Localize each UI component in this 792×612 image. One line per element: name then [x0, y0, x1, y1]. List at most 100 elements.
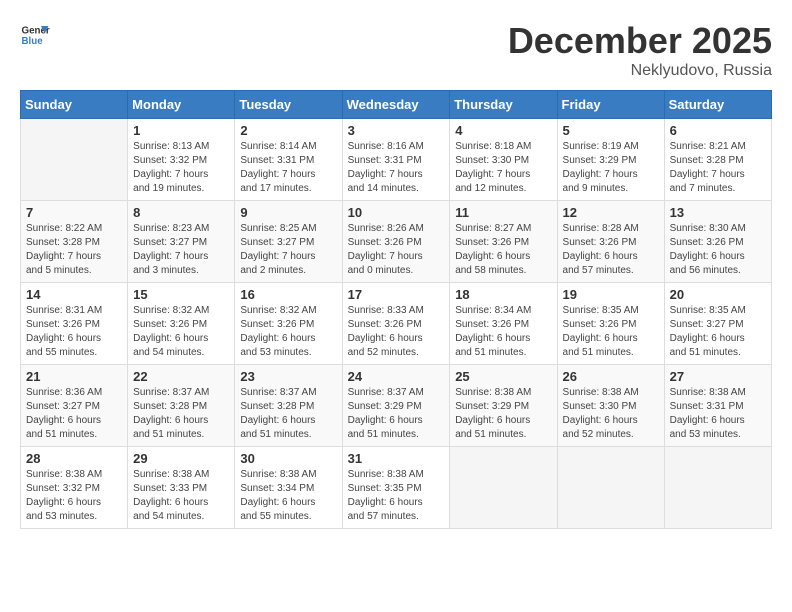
day-number: 25 — [455, 369, 551, 384]
day-number: 12 — [563, 205, 659, 220]
day-info: Sunrise: 8:18 AM Sunset: 3:30 PM Dayligh… — [455, 140, 551, 196]
calendar-cell — [557, 447, 664, 529]
calendar-cell: 24 Sunrise: 8:37 AM Sunset: 3:29 PM Dayli… — [342, 365, 450, 447]
day-info: Sunrise: 8:37 AM Sunset: 3:29 PM Dayligh… — [348, 386, 445, 442]
day-info: Sunrise: 8:33 AM Sunset: 3:26 PM Dayligh… — [348, 304, 445, 360]
day-info: Sunrise: 8:37 AM Sunset: 3:28 PM Dayligh… — [133, 386, 229, 442]
day-info: Sunrise: 8:21 AM Sunset: 3:28 PM Dayligh… — [670, 140, 766, 196]
calendar-cell: 26 Sunrise: 8:38 AM Sunset: 3:30 PM Dayli… — [557, 365, 664, 447]
calendar-week-3: 14Sunrise: 8:31 AM Sunset: 3:26 PM Dayli… — [21, 283, 772, 365]
calendar-cell — [664, 447, 771, 529]
day-number: 24 — [348, 369, 445, 384]
calendar-header-row: SundayMondayTuesdayWednesdayThursdayFrid… — [21, 91, 772, 119]
calendar-cell: 3 Sunrise: 8:16 AM Sunset: 3:31 PM Daylig… — [342, 119, 450, 201]
day-header-thursday: Thursday — [450, 91, 557, 119]
day-info: Sunrise: 8:38 AM Sunset: 3:33 PM Dayligh… — [133, 468, 229, 524]
day-info: Sunrise: 8:19 AM Sunset: 3:29 PM Dayligh… — [563, 140, 659, 196]
calendar-cell — [21, 119, 128, 201]
day-number: 23 — [240, 369, 336, 384]
day-number: 13 — [670, 205, 766, 220]
day-number: 27 — [670, 369, 766, 384]
calendar-cell: 31Sunrise: 8:38 AM Sunset: 3:35 PM Dayli… — [342, 447, 450, 529]
day-info: Sunrise: 8:32 AM Sunset: 3:26 PM Dayligh… — [133, 304, 229, 360]
day-info: Sunrise: 8:27 AM Sunset: 3:26 PM Dayligh… — [455, 222, 551, 278]
calendar-cell: 14Sunrise: 8:31 AM Sunset: 3:26 PM Dayli… — [21, 283, 128, 365]
calendar-cell — [450, 447, 557, 529]
day-number: 26 — [563, 369, 659, 384]
calendar-cell: 8 Sunrise: 8:23 AM Sunset: 3:27 PM Daylig… — [128, 201, 235, 283]
month-title: December 2025 — [508, 20, 772, 62]
calendar-cell: 18Sunrise: 8:34 AM Sunset: 3:26 PM Dayli… — [450, 283, 557, 365]
day-number: 3 — [348, 123, 445, 138]
day-number: 14 — [26, 287, 122, 302]
day-info: Sunrise: 8:14 AM Sunset: 3:31 PM Dayligh… — [240, 140, 336, 196]
calendar-week-5: 28 Sunrise: 8:38 AM Sunset: 3:32 PM Dayli… — [21, 447, 772, 529]
day-header-sunday: Sunday — [21, 91, 128, 119]
day-header-friday: Friday — [557, 91, 664, 119]
calendar-cell: 15 Sunrise: 8:32 AM Sunset: 3:26 PM Dayli… — [128, 283, 235, 365]
day-info: Sunrise: 8:26 AM Sunset: 3:26 PM Dayligh… — [348, 222, 445, 278]
day-number: 21 — [26, 369, 122, 384]
day-number: 9 — [240, 205, 336, 220]
calendar-cell: 12Sunrise: 8:28 AM Sunset: 3:26 PM Dayli… — [557, 201, 664, 283]
calendar-table: SundayMondayTuesdayWednesdayThursdayFrid… — [20, 90, 772, 529]
day-number: 20 — [670, 287, 766, 302]
calendar-cell: 19 Sunrise: 8:35 AM Sunset: 3:26 PM Dayli… — [557, 283, 664, 365]
day-info: Sunrise: 8:35 AM Sunset: 3:27 PM Dayligh… — [670, 304, 766, 360]
day-number: 17 — [348, 287, 445, 302]
day-info: Sunrise: 8:32 AM Sunset: 3:26 PM Dayligh… — [240, 304, 336, 360]
calendar-cell: 22Sunrise: 8:37 AM Sunset: 3:28 PM Dayli… — [128, 365, 235, 447]
day-info: Sunrise: 8:23 AM Sunset: 3:27 PM Dayligh… — [133, 222, 229, 278]
day-number: 4 — [455, 123, 551, 138]
day-info: Sunrise: 8:38 AM Sunset: 3:30 PM Dayligh… — [563, 386, 659, 442]
calendar-cell: 21 Sunrise: 8:36 AM Sunset: 3:27 PM Dayli… — [21, 365, 128, 447]
calendar-cell: 1 Sunrise: 8:13 AM Sunset: 3:32 PM Daylig… — [128, 119, 235, 201]
calendar-week-1: 1 Sunrise: 8:13 AM Sunset: 3:32 PM Daylig… — [21, 119, 772, 201]
logo-icon: General Blue — [20, 20, 50, 50]
calendar-cell: 10 Sunrise: 8:26 AM Sunset: 3:26 PM Dayli… — [342, 201, 450, 283]
day-info: Sunrise: 8:30 AM Sunset: 3:26 PM Dayligh… — [670, 222, 766, 278]
page-header: General Blue December 2025 Neklyudovo, R… — [20, 20, 772, 80]
calendar-week-4: 21 Sunrise: 8:36 AM Sunset: 3:27 PM Dayli… — [21, 365, 772, 447]
day-info: Sunrise: 8:38 AM Sunset: 3:31 PM Dayligh… — [670, 386, 766, 442]
day-number: 29 — [133, 451, 229, 466]
day-info: Sunrise: 8:38 AM Sunset: 3:32 PM Dayligh… — [26, 468, 122, 524]
calendar-cell: 2Sunrise: 8:14 AM Sunset: 3:31 PM Daylig… — [235, 119, 342, 201]
day-number: 16 — [240, 287, 336, 302]
day-number: 5 — [563, 123, 659, 138]
day-number: 1 — [133, 123, 229, 138]
day-number: 28 — [26, 451, 122, 466]
calendar-cell: 9 Sunrise: 8:25 AM Sunset: 3:27 PM Daylig… — [235, 201, 342, 283]
day-info: Sunrise: 8:25 AM Sunset: 3:27 PM Dayligh… — [240, 222, 336, 278]
day-number: 8 — [133, 205, 229, 220]
day-info: Sunrise: 8:36 AM Sunset: 3:27 PM Dayligh… — [26, 386, 122, 442]
calendar-cell: 11 Sunrise: 8:27 AM Sunset: 3:26 PM Dayli… — [450, 201, 557, 283]
day-header-saturday: Saturday — [664, 91, 771, 119]
day-header-tuesday: Tuesday — [235, 91, 342, 119]
calendar-cell: 29 Sunrise: 8:38 AM Sunset: 3:33 PM Dayli… — [128, 447, 235, 529]
calendar-cell: 16 Sunrise: 8:32 AM Sunset: 3:26 PM Dayli… — [235, 283, 342, 365]
calendar-cell: 30Sunrise: 8:38 AM Sunset: 3:34 PM Dayli… — [235, 447, 342, 529]
calendar-cell: 17 Sunrise: 8:33 AM Sunset: 3:26 PM Dayli… — [342, 283, 450, 365]
day-number: 10 — [348, 205, 445, 220]
day-header-wednesday: Wednesday — [342, 91, 450, 119]
day-number: 19 — [563, 287, 659, 302]
calendar-cell: 4 Sunrise: 8:18 AM Sunset: 3:30 PM Daylig… — [450, 119, 557, 201]
day-number: 30 — [240, 451, 336, 466]
calendar-cell: 7Sunrise: 8:22 AM Sunset: 3:28 PM Daylig… — [21, 201, 128, 283]
day-number: 11 — [455, 205, 551, 220]
calendar-cell: 13 Sunrise: 8:30 AM Sunset: 3:26 PM Dayli… — [664, 201, 771, 283]
day-info: Sunrise: 8:37 AM Sunset: 3:28 PM Dayligh… — [240, 386, 336, 442]
day-number: 18 — [455, 287, 551, 302]
svg-text:Blue: Blue — [22, 36, 44, 47]
calendar-week-2: 7Sunrise: 8:22 AM Sunset: 3:28 PM Daylig… — [21, 201, 772, 283]
day-number: 31 — [348, 451, 445, 466]
calendar-cell: 5 Sunrise: 8:19 AM Sunset: 3:29 PM Daylig… — [557, 119, 664, 201]
day-info: Sunrise: 8:13 AM Sunset: 3:32 PM Dayligh… — [133, 140, 229, 196]
calendar-cell: 23 Sunrise: 8:37 AM Sunset: 3:28 PM Dayli… — [235, 365, 342, 447]
calendar-cell: 25Sunrise: 8:38 AM Sunset: 3:29 PM Dayli… — [450, 365, 557, 447]
day-number: 7 — [26, 205, 122, 220]
day-info: Sunrise: 8:35 AM Sunset: 3:26 PM Dayligh… — [563, 304, 659, 360]
day-number: 15 — [133, 287, 229, 302]
day-info: Sunrise: 8:16 AM Sunset: 3:31 PM Dayligh… — [348, 140, 445, 196]
